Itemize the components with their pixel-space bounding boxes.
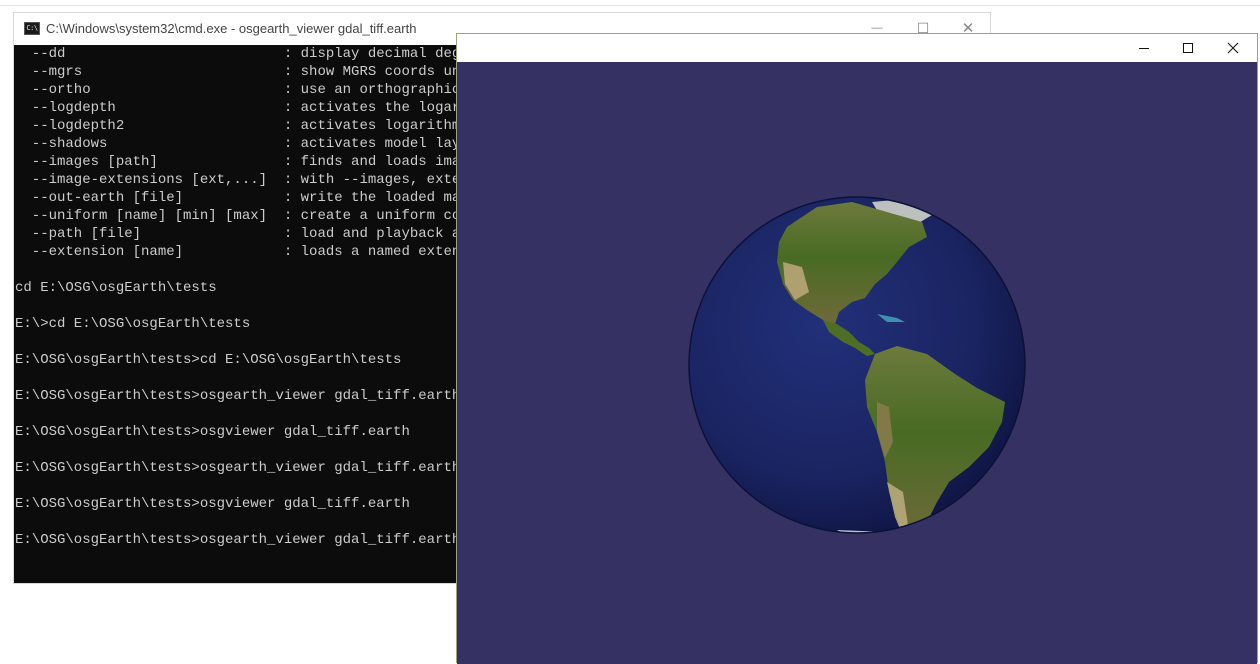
console-line: --uniform [name] [min] [max] : create a … [15, 208, 486, 224]
console-line: E:\OSG\osgEarth\tests>osgearth_viewer gd… [15, 532, 461, 548]
close-icon [1227, 42, 1239, 54]
cmd-window-title: C:\Windows\system32\cmd.exe - osgearth_v… [46, 21, 417, 36]
earth-globe[interactable] [457, 62, 1257, 664]
console-line: E:\OSG\osgEarth\tests>cd E:\OSG\osgEarth… [15, 352, 402, 368]
console-line: --extension [name] : loads a named exten… [15, 244, 486, 260]
console-line: --shadows : activates model layer [15, 136, 478, 152]
console-line: --path [file] : load and playback an a [15, 226, 486, 242]
viewer-titlebar[interactable] [457, 34, 1257, 62]
console-line: --images [path] : finds and loads image [15, 154, 478, 170]
console-line: E:\OSG\osgEarth\tests>osgearth_viewer gd… [15, 460, 461, 476]
console-line: E:\>cd E:\OSG\osgEarth\tests [15, 316, 251, 332]
console-line: --logdepth : activates the logarith [15, 100, 486, 116]
viewer-3d-canvas[interactable] [457, 62, 1257, 664]
console-line: cd E:\OSG\osgEarth\tests [15, 280, 217, 296]
console-line: --dd : display decimal degrees [15, 46, 494, 62]
console-line: --mgrs : show MGRS coords under [15, 64, 486, 80]
console-line: E:\OSG\osgEarth\tests>osgearth_viewer gd… [15, 388, 461, 404]
console-line: E:\OSG\osgEarth\tests>osgviewer gdal_tif… [15, 496, 410, 512]
viewer-minimize-button[interactable] [1121, 34, 1167, 62]
console-line: --ortho : use an orthographic ca [15, 82, 486, 98]
console-line: --image-extensions [ext,...] : with --im… [15, 172, 486, 188]
viewer-maximize-button[interactable] [1165, 34, 1211, 62]
console-line: --out-earth [file] : write the loaded ma… [15, 190, 486, 206]
console-line: --logdepth2 : activates logarithmic [15, 118, 478, 134]
screen-top-divider [0, 5, 1260, 6]
console-text: --dd : display decimal degrees --mgrs : … [15, 45, 494, 549]
osgearth-viewer-window[interactable] [456, 33, 1258, 664]
cmd-app-icon: C:\ [24, 22, 40, 35]
maximize-icon [1183, 43, 1193, 53]
viewer-close-button[interactable] [1210, 34, 1256, 62]
minimize-icon [1139, 48, 1149, 49]
console-line: E:\OSG\osgEarth\tests>osgviewer gdal_tif… [15, 424, 410, 440]
